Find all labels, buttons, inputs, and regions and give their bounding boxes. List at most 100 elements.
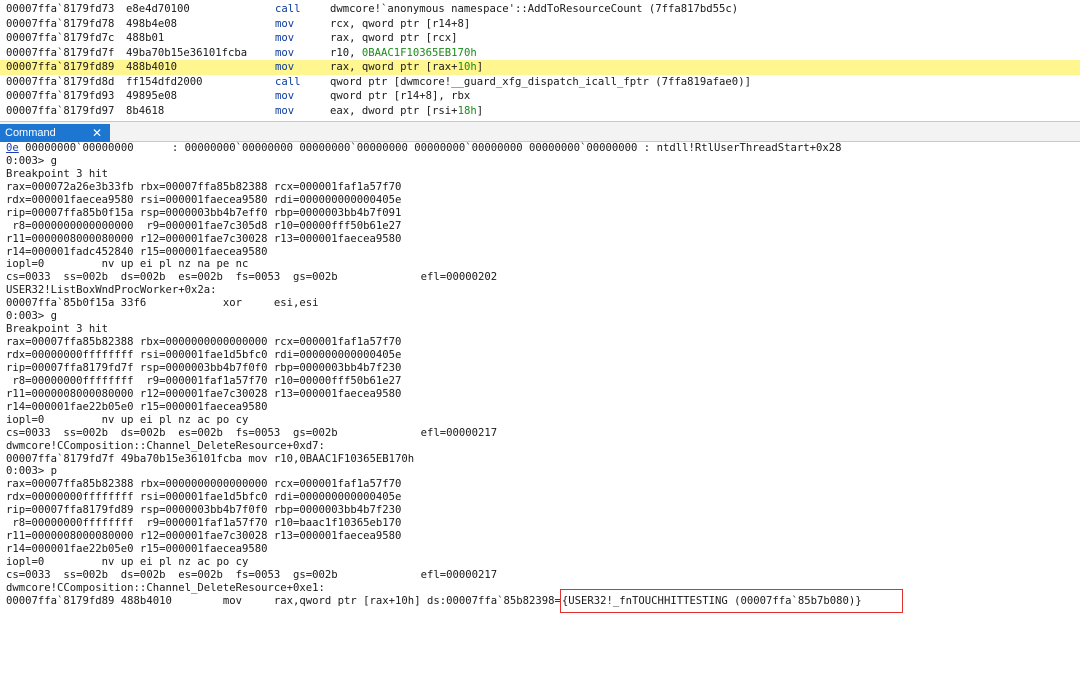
disasm-mnemonic: mov: [275, 46, 295, 59]
command-tab-bar: Command ✕: [0, 121, 1080, 142]
disasm-bytes: 498b4e08: [126, 17, 178, 30]
disasm-immediate: 0BAAC1F10365EB170h: [361, 46, 477, 59]
disasm-address: 00007ffa`8179fd93: [6, 90, 115, 102]
disasm-operand: qword ptr [r14+8], rbx: [330, 89, 470, 104]
output-line: r14=000001fadc452840 r15=000001faecea958…: [6, 245, 268, 258]
disasm-address: 00007ffa`8179fd8d: [6, 75, 115, 88]
disasm-bytes: 488b01: [126, 32, 165, 44]
disasm-row[interactable]: 00007ffa`8179fd93 49895e08 mov qword ptr [r…: [0, 89, 1080, 104]
output-line: r11=0000008000080000 r12=000001fae7c3002…: [6, 530, 402, 543]
last-output-line: 00007ffa`8179fd89 488b4010 mov rax,qword…: [6, 588, 1080, 613]
output-line: rdx=00000000ffffffff rsi=000001fae1d5bfc…: [6, 491, 402, 504]
stack-frame-line: 0e 00000000`00000000 : 00000000`00000000…: [6, 142, 1080, 155]
output-line: rax=000072a26e3b33fb rbx=00007ffa85b8238…: [6, 180, 402, 193]
output-line: rip=00007ffa8179fd89 rsp=0000003bb4b7f0f…: [6, 504, 402, 517]
command-output[interactable]: 0e 00000000`00000000 : 00000000`00000000…: [0, 142, 1080, 683]
disasm-mnemonic: mov: [275, 90, 295, 102]
disasm-operand: dwmcore!`anonymous namespace'::AddToReso…: [330, 2, 738, 17]
disasm-immediate: 10h: [457, 61, 477, 73]
output-line: 00007ffa`8179fd7f 49ba70b15e36101fcba mo…: [6, 452, 415, 465]
disasm-row[interactable]: 00007ffa`8179fd8d ff154dfd2000 call qword p…: [0, 75, 1080, 90]
disasm-operand-text: rax, qword ptr [rcx]: [330, 32, 458, 44]
disasm-operand-tail: ]: [476, 104, 484, 117]
output-line: r8=0000000000000000 r9=000001fae7c305d8 …: [6, 219, 402, 232]
disasm-operand: qword ptr [dwmcore!__guard_xfg_dispatch_…: [330, 75, 751, 90]
last-output-prefix: 00007ffa`8179fd89 488b4010 mov rax,qword…: [6, 594, 561, 607]
output-line: rip=00007ffa8179fd7f rsp=0000003bb4b7f0f…: [6, 361, 402, 374]
disasm-address: 00007ffa`8179fd97: [6, 104, 115, 117]
output-line: r14=000001fae22b05e0 r15=000001faecea958…: [6, 400, 268, 413]
tab-command[interactable]: Command ✕: [0, 124, 110, 142]
disasm-operand-text: dwmcore!`anonymous namespace'::AddToReso…: [330, 3, 739, 15]
output-line: rdx=000001faecea9580 rsi=000001faecea958…: [6, 193, 402, 206]
output-line: cs=0033 ss=002b ds=002b es=002b fs=0053 …: [6, 426, 498, 439]
disasm-address: 00007ffa`8179fd73: [6, 3, 115, 15]
disasm-bytes: ff154dfd2000: [126, 75, 203, 88]
disasm-bytes: 8b4618: [126, 104, 165, 117]
output-line: r8=00000000ffffffff r9=000001faf1a57f70 …: [6, 517, 402, 530]
output-line: rax=00007ffa85b82388 rbx=000000000000000…: [6, 336, 402, 349]
disasm-operand: rcx, qword ptr [r14+8]: [330, 17, 470, 32]
disasm-bytes: 49ba70b15e36101fcba: [126, 46, 248, 59]
output-line: 00007ffa`85b0f15a 33f6 xor esi,esi: [6, 297, 319, 310]
disasm-operand-text: qword ptr [dwmcore!__guard_xfg_dispatch_…: [330, 75, 751, 88]
disasm-address: 00007ffa`8179fd7c: [6, 32, 115, 44]
output-line: cs=0033 ss=002b ds=002b es=002b fs=0053 …: [6, 271, 498, 284]
stack-frame-link[interactable]: 0e: [6, 142, 19, 154]
output-line: rax=00007ffa85b82388 rbx=000000000000000…: [6, 478, 402, 491]
output-line: USER32!ListBoxWndProcWorker+0x2a:: [6, 284, 217, 297]
output-line: r8=00000000ffffffff r9=000001faf1a57f70 …: [6, 374, 402, 387]
disasm-mnemonic: mov: [275, 61, 295, 73]
output-line: iopl=0 nv up ei pl nz ac po cy: [6, 413, 249, 426]
disasm-row[interactable]: 00007ffa`8179fd78 498b4e08 mov rcx, qword p…: [0, 17, 1080, 32]
disasm-operand-text: rcx, qword ptr [r14+8]: [330, 17, 471, 30]
disassembly-pane[interactable]: 00007ffa`8179fd73 e8e4d70100 call dwmcore!`…: [0, 0, 1080, 121]
stack-frame-text: 00000000`00000000 : 00000000`00000000 00…: [18, 142, 842, 154]
command-prompt-line: 0:003> g: [6, 310, 58, 323]
disasm-row[interactable]: 00007ffa`8179fd73 e8e4d70100 call dwmcore!`…: [0, 2, 1080, 17]
output-line: r11=0000008000080000 r12=000001fae7c3002…: [6, 232, 402, 245]
disasm-bytes: 49895e08: [126, 90, 178, 102]
output-line: r11=0000008000080000 r12=000001fae7c3002…: [6, 387, 402, 400]
disasm-mnemonic: mov: [275, 17, 295, 30]
disasm-row[interactable]: 00007ffa`8179fd7f 49ba70b15e36101fcba mov r…: [0, 46, 1080, 61]
close-icon[interactable]: ✕: [92, 124, 102, 142]
disasm-operand-text: r10,: [330, 46, 362, 59]
command-lines: 0:003> g Breakpoint 3 hit rax=000072a26e3b…: [6, 155, 1080, 595]
disasm-mnemonic: mov: [275, 32, 295, 44]
output-line: iopl=0 nv up ei pl nz na pe nc: [6, 258, 249, 271]
disasm-address: 00007ffa`8179fd7f: [6, 46, 115, 59]
command-prompt-line: 0:003> g: [6, 154, 58, 167]
output-line: rip=00007ffa85b0f15a rsp=0000003bb4b7eff…: [6, 206, 402, 219]
output-line: dwmcore!CComposition::Channel_DeleteReso…: [6, 581, 325, 594]
disasm-operand-text: qword ptr [r14+8], rbx: [330, 90, 471, 102]
output-line: Breakpoint 3 hit: [6, 167, 109, 180]
disasm-operand: rax, qword ptr [rax+10h]: [330, 60, 483, 75]
disasm-mnemonic: call: [275, 3, 301, 15]
disasm-address: 00007ffa`8179fd78: [6, 17, 115, 30]
disasm-operand-text: rax, qword ptr [rax+: [330, 61, 458, 73]
highlighted-result: {USER32!_fnTOUCHHITTESTING (00007ffa`85b…: [559, 588, 903, 613]
output-line: rdx=00000000ffffffff rsi=000001fae1d5bfc…: [6, 349, 402, 361]
output-line: r14=000001fae22b05e0 r15=000001faecea958…: [6, 543, 268, 556]
disasm-operand: rax, qword ptr [rcx]: [330, 31, 458, 46]
disasm-operand: r10, 0BAAC1F10365EB170h: [330, 46, 477, 61]
disasm-row[interactable]: 00007ffa`8179fd97 8b4618 mov eax, dword ptr…: [0, 104, 1080, 119]
command-prompt-line: 0:003> p: [6, 465, 58, 478]
output-line: Breakpoint 3 hit: [6, 323, 109, 336]
disasm-mnemonic: mov: [275, 104, 295, 117]
disasm-mnemonic: call: [275, 75, 301, 88]
disasm-immediate: 18h: [457, 104, 477, 117]
output-line: dwmcore!CComposition::Channel_DeleteReso…: [6, 439, 325, 452]
output-line: cs=0033 ss=002b ds=002b es=002b fs=0053 …: [6, 568, 498, 581]
disasm-address: 00007ffa`8179fd89: [6, 61, 115, 73]
disasm-operand-text: eax, dword ptr [rsi+: [330, 104, 458, 117]
disasm-operand: eax, dword ptr [rsi+18h]: [330, 104, 483, 119]
disasm-operand-tail: ]: [476, 61, 484, 73]
disasm-row-current[interactable]: 00007ffa`8179fd89 488b4010 mov rax, qword p…: [0, 60, 1080, 75]
output-line: iopl=0 nv up ei pl nz ac po cy: [6, 556, 249, 568]
disasm-bytes: 488b4010: [126, 61, 178, 73]
disasm-row[interactable]: 00007ffa`8179fd7c 488b01 mov rax, qword ptr…: [0, 31, 1080, 46]
disasm-bytes: e8e4d70100: [126, 3, 190, 15]
tab-command-label: Command: [5, 127, 56, 139]
